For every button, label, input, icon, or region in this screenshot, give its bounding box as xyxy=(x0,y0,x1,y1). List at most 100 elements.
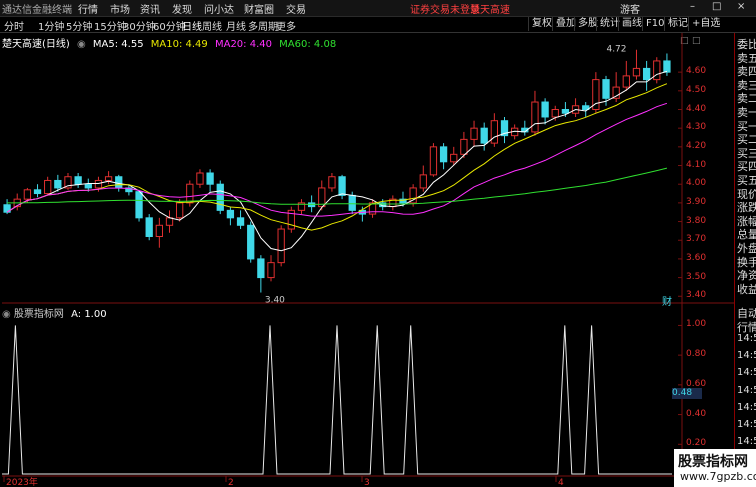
candle xyxy=(155,217,163,248)
indicator-line xyxy=(2,325,672,475)
candle-body xyxy=(135,191,143,219)
kline-chart[interactable]: 2023年 2 3 4 4.72 3.40 xyxy=(0,0,756,487)
candle xyxy=(13,193,21,211)
candle-body xyxy=(94,179,103,189)
candle xyxy=(104,171,113,185)
candle-body xyxy=(642,67,651,81)
candle xyxy=(318,180,326,211)
candle-body xyxy=(104,176,113,181)
candle xyxy=(368,199,377,218)
candle-body xyxy=(348,194,356,211)
candle xyxy=(419,165,427,192)
sidebar-time: 14:56 xyxy=(737,401,756,413)
candle xyxy=(236,210,245,230)
candle xyxy=(287,206,295,233)
sidebar-label: 收益 xyxy=(737,282,756,296)
x-axis-label: 2 xyxy=(228,478,234,487)
candle-body xyxy=(541,101,549,118)
indicator-tick-label: 1.00 xyxy=(686,319,707,330)
candle xyxy=(632,49,641,80)
watermark-url: www.7gpzb.com xyxy=(680,470,756,483)
cai-badge[interactable]: 财 xyxy=(662,293,672,308)
candle xyxy=(500,116,509,144)
sidebar-time: 14:56 xyxy=(737,436,756,448)
x-axis: 2023年 2 3 4 xyxy=(3,476,564,487)
ma10-line xyxy=(6,83,668,231)
candle-body xyxy=(460,138,468,155)
candle xyxy=(439,143,448,170)
candle xyxy=(206,169,214,192)
candle xyxy=(186,180,194,207)
candle-body xyxy=(429,146,438,176)
candle-body xyxy=(216,183,224,211)
price-tick-label: 3.60 xyxy=(686,252,707,263)
candle-body xyxy=(33,189,42,195)
candle xyxy=(338,174,346,200)
candle xyxy=(165,210,174,233)
candle xyxy=(297,199,306,215)
candle xyxy=(642,60,651,91)
sidebar-time: 14:56 xyxy=(737,419,756,430)
candle xyxy=(64,173,72,190)
candle-body xyxy=(622,75,630,88)
candle-body xyxy=(247,224,255,260)
candle-body xyxy=(561,109,570,114)
candle-body xyxy=(531,101,539,133)
price-tick-label: 3.50 xyxy=(686,271,707,282)
candle xyxy=(531,90,539,136)
candle-body xyxy=(439,146,448,163)
high-annotation: 4.72 xyxy=(606,45,626,55)
candle-body xyxy=(84,183,92,189)
price-tick-label: 3.80 xyxy=(686,215,707,226)
candle-body xyxy=(328,176,336,189)
candle xyxy=(247,221,255,263)
candle xyxy=(277,225,285,267)
candle xyxy=(460,131,468,159)
candle xyxy=(307,195,316,213)
candle-body xyxy=(450,153,458,163)
candle-body xyxy=(226,209,235,219)
indicator-tick-label: 0.20 xyxy=(686,438,707,449)
candle-body xyxy=(74,176,82,185)
candle-body xyxy=(196,172,204,185)
sidebar-time: 14:56 xyxy=(737,350,756,362)
candle xyxy=(470,120,478,147)
candle-body xyxy=(115,176,123,189)
sidebar-time: 14:56 xyxy=(737,384,756,396)
quote-sidebar: 委比 卖五 卖四 卖三 卖二 卖一 买一 买二 买三 买四 买五 现价 涨跌 涨幅 总量 外盘 换手 净资 收益 自动… xyxy=(734,33,756,487)
candle xyxy=(257,255,265,293)
candle xyxy=(429,143,438,177)
candle xyxy=(653,57,661,84)
indicator-lines xyxy=(2,325,672,475)
price-tick-label: 4.20 xyxy=(686,140,707,151)
candle-body xyxy=(632,67,641,77)
price-tick-label: 4.60 xyxy=(686,66,707,77)
candle-body xyxy=(470,127,478,140)
candle-body xyxy=(155,224,163,237)
indicator-tick-label: 0.80 xyxy=(686,349,707,360)
candle-body xyxy=(551,109,559,118)
candle xyxy=(33,184,42,198)
sidebar-time: 14:56 xyxy=(737,367,756,379)
candle-body xyxy=(176,202,184,219)
price-tick-label: 4.40 xyxy=(686,103,707,114)
candle xyxy=(592,72,600,114)
x-axis-label: 3 xyxy=(364,478,370,487)
candle-body xyxy=(257,258,265,279)
candle xyxy=(622,60,630,91)
candles xyxy=(3,49,671,293)
indicator-tick-label: 0.40 xyxy=(686,408,707,419)
candle xyxy=(521,120,529,136)
candle xyxy=(196,169,204,188)
candle xyxy=(267,255,275,282)
ma20-line xyxy=(6,102,668,217)
candle xyxy=(328,173,336,192)
price-tick-label: 3.90 xyxy=(686,196,707,207)
watermark-title: 股票指标网 xyxy=(678,454,748,470)
candle-body xyxy=(23,189,32,200)
candle-body xyxy=(236,217,245,226)
candle-body xyxy=(490,120,498,144)
indicator-readout: 0.48 xyxy=(672,388,702,399)
candle-body xyxy=(165,217,174,226)
price-tick-label: 4.50 xyxy=(686,84,707,95)
